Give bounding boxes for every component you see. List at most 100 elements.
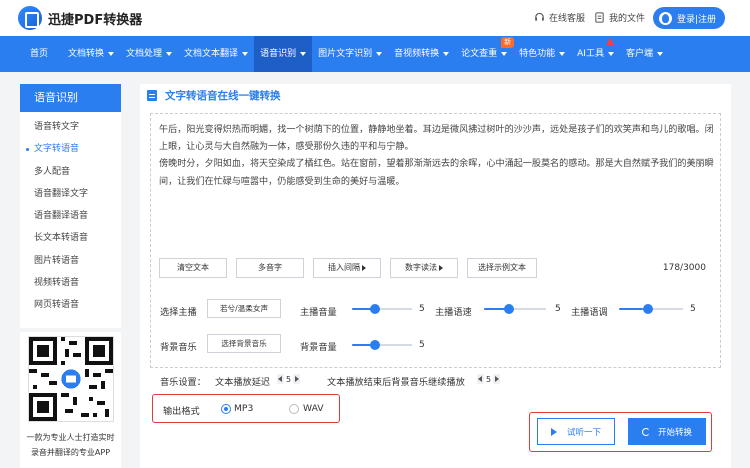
chevron-down-icon: [376, 51, 383, 56]
sidebar-item-text-to-speech[interactable]: 文字转语音: [20, 138, 121, 160]
nav-features[interactable]: 特色功能: [513, 36, 571, 72]
play-icon: [550, 427, 557, 436]
main-panel: 文字转语音在线一键转换 午后，阳光变得炽热而明媚，找一个树荫下的位置，静静地坐着…: [140, 84, 731, 468]
customer-service-link[interactable]: 在线客服: [534, 11, 585, 24]
pitch-slider-fill: [619, 308, 643, 310]
decrement-icon[interactable]: [477, 374, 484, 384]
output-format-label: 输出格式: [163, 406, 200, 417]
chevron-down-icon: [443, 51, 450, 56]
preview-listen-button[interactable]: 试听一下: [537, 418, 615, 445]
nav-client[interactable]: 客户端: [620, 36, 669, 72]
login-register-label: 登录|注册: [677, 14, 717, 25]
number-reading-button[interactable]: 数字读法: [390, 258, 458, 278]
sidebar-item-video-to-speech[interactable]: 视频转语音: [20, 272, 121, 294]
nav-paper-check[interactable]: 论文查重新: [455, 36, 515, 72]
bgm-select-button[interactable]: 选择背景音乐: [207, 334, 281, 353]
page-title-text: 文字转语音在线一键转换: [165, 90, 281, 102]
text-editor[interactable]: 午后，阳光变得炽热而明媚，找一个树荫下的位置，静静地坐着。耳边是微风拂过树叶的沙…: [150, 113, 721, 368]
sidebar-item-speech-translate-speech[interactable]: 语音翻译语音: [20, 205, 121, 227]
action-button-group: 试听一下 开始转换: [529, 412, 712, 452]
nav-label: 文档文本翻译: [184, 49, 239, 59]
nav-label: 首页: [30, 49, 49, 59]
volume-slider-handle[interactable]: [370, 304, 380, 314]
bgm-continue-label: 文本播放结束后背景音乐继续播放: [327, 377, 465, 388]
qr-caption-line-2: 录音并翻译的专业APP: [30, 448, 111, 457]
wav-radio[interactable]: [289, 404, 299, 414]
sidebar-item-long-text-to-speech[interactable]: 长文本转语音: [20, 227, 121, 249]
speed-slider-handle[interactable]: [504, 304, 514, 314]
qr-code-graphic: [29, 337, 113, 421]
anchor-select-button[interactable]: 若兮/温柔女声: [207, 299, 281, 318]
nav-label: 客户端: [625, 49, 653, 59]
pitch-label: 主播语调: [571, 307, 608, 318]
play-right-icon: [439, 264, 443, 271]
nav-doc-convert[interactable]: 文档转换: [62, 36, 120, 72]
bgm-volume-label: 背景音量: [300, 342, 337, 353]
sidebar: 语音识别 语音转文字 文字转语音 多人配音 语音翻译文字 语音翻译语音 长文本转…: [20, 84, 121, 328]
output-format-group: 输出格式 MP3 WAV: [152, 394, 340, 423]
bgm-volume-value: 5: [419, 340, 425, 350]
delay-label: 文本播放延迟: [215, 377, 271, 388]
nav-label: 文档处理: [126, 49, 163, 59]
speed-value: 5: [555, 304, 561, 314]
nav-label: 论文查重: [461, 49, 498, 59]
insert-pause-button[interactable]: 插入间隔: [313, 258, 381, 278]
start-convert-button[interactable]: 开始转换: [628, 418, 706, 445]
increment-icon[interactable]: [493, 374, 500, 384]
mp3-radio[interactable]: [221, 404, 231, 414]
nav-home[interactable]: 首页: [24, 36, 54, 72]
sample-text-button[interactable]: 选择示例文本: [467, 258, 537, 278]
convert-icon: [641, 427, 650, 436]
sidebar-item-image-to-speech[interactable]: 图片转语音: [20, 250, 121, 272]
nav-image-ocr[interactable]: 图片文字识别: [312, 36, 388, 72]
my-files-link[interactable]: 我的文件: [594, 11, 645, 24]
char-count: 178/3000: [662, 263, 706, 273]
qr-caption-line-1: 一款为专业人士打造实时: [26, 433, 115, 442]
polyphone-button[interactable]: 多音字: [236, 258, 304, 278]
nav-doc-translate[interactable]: 文档文本翻译: [178, 36, 254, 72]
bgm-continue-stepper[interactable]: 5: [477, 374, 500, 384]
decrement-icon[interactable]: [277, 374, 284, 384]
play-right-icon: [362, 264, 366, 271]
logo-text: 迅捷PDF转换器: [48, 12, 143, 28]
delay-stepper[interactable]: 5: [277, 374, 300, 384]
wav-label[interactable]: WAV: [303, 403, 324, 414]
mp3-label[interactable]: MP3: [234, 403, 253, 414]
chevron-down-icon: [656, 51, 663, 56]
nav-av-convert[interactable]: 音视频转换: [388, 36, 455, 72]
nav-speech-recognition[interactable]: 语音识别: [254, 36, 313, 72]
clear-text-button[interactable]: 清空文本: [159, 258, 227, 278]
app-qr-panel: 一款为专业人士打造实时 录音并翻译的专业APP: [20, 332, 121, 468]
pitch-slider-handle[interactable]: [643, 304, 653, 314]
sidebar-item-multi-dubbing[interactable]: 多人配音: [20, 161, 121, 183]
increment-icon[interactable]: [293, 374, 300, 384]
login-register-button[interactable]: 登录|注册: [653, 7, 725, 29]
paragraph-2: 傍晚时分，夕阳如血，将天空染成了橘红色。站在窗前，望着那渐渐远去的余晖，心中涌起…: [159, 159, 714, 187]
sidebar-title: 语音识别: [20, 84, 121, 112]
pitch-value: 5: [690, 304, 696, 314]
chevron-down-icon: [166, 51, 173, 56]
music-settings-label: 音乐设置：: [160, 377, 206, 388]
chevron-down-icon: [300, 51, 307, 56]
logo-icon: [18, 6, 42, 30]
chevron-down-icon: [108, 51, 115, 56]
chevron-down-icon: [242, 51, 249, 56]
sidebar-item-speech-to-text[interactable]: 语音转文字: [20, 116, 121, 138]
nav-label: AI工具: [577, 49, 604, 59]
sidebar-item-speech-translate-text[interactable]: 语音翻译文字: [20, 183, 121, 205]
anchor-label: 选择主播: [160, 307, 197, 318]
sidebar-item-webpage-to-speech[interactable]: 网页转语音: [20, 294, 121, 316]
volume-value: 5: [419, 304, 425, 314]
number-reading-label: 数字读法: [405, 263, 437, 272]
main-nav: 首页 文档转换 文档处理 文档文本翻译 语音识别 图片文字识别 音视频转换 论文…: [0, 36, 750, 72]
bgm-volume-slider-handle[interactable]: [370, 340, 380, 350]
nav-label: 文档转换: [68, 49, 105, 59]
logo[interactable]: 迅捷PDF转换器: [18, 6, 142, 30]
nav-ai-tools[interactable]: AI工具: [571, 36, 620, 72]
nav-doc-process[interactable]: 文档处理: [120, 36, 178, 72]
editor-content[interactable]: 午后，阳光变得炽热而明媚，找一个树荫下的位置，静静地坐着。耳边是微风拂过树叶的沙…: [159, 122, 715, 191]
hot-arrow-icon: [605, 38, 614, 45]
bgm-continue-value: 5: [485, 374, 492, 384]
top-header: 迅捷PDF转换器 在线客服 我的文件 登录|注册: [0, 0, 750, 36]
user-avatar-icon: [659, 11, 672, 25]
